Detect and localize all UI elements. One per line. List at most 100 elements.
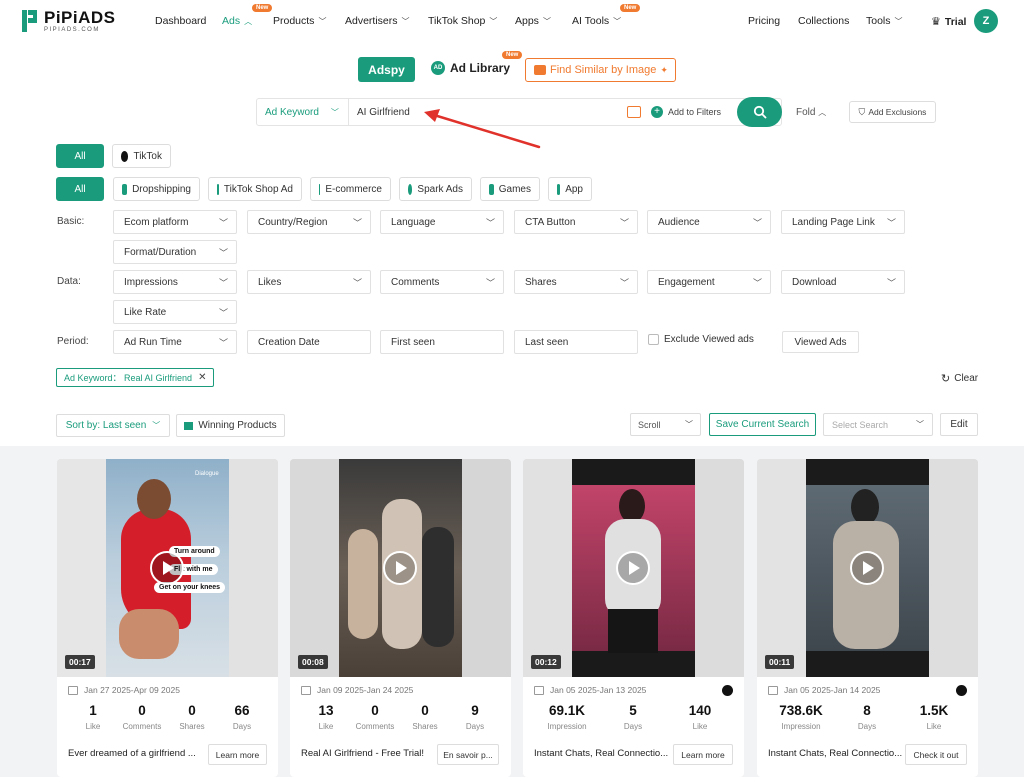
like-rate-dropdown[interactable]: Like Rate ﹀ bbox=[113, 300, 237, 324]
category-app[interactable]: App bbox=[548, 177, 592, 201]
play-icon[interactable] bbox=[850, 551, 884, 585]
ad-video-thumbnail[interactable]: Dialogue Turn around Fl t with me Get on… bbox=[57, 459, 278, 677]
sort-dropdown[interactable]: Sort by: Last seen ﹀ bbox=[56, 414, 170, 437]
cta-button-dropdown[interactable]: CTA Button ﹀ bbox=[514, 210, 638, 234]
winning-products-button[interactable]: Winning Products bbox=[176, 414, 285, 437]
cta-button[interactable]: Learn more bbox=[673, 744, 733, 765]
select-search-dropdown[interactable]: Select Search ﹀ bbox=[823, 413, 933, 436]
nav-dashboard[interactable]: Dashboard bbox=[155, 15, 206, 27]
ad-video-thumbnail[interactable]: 00:11 bbox=[757, 459, 978, 677]
chevron-down-icon: ﹀ bbox=[218, 217, 228, 228]
category-all[interactable]: All bbox=[56, 177, 104, 201]
ad-library-tab[interactable]: AD Ad Library New bbox=[431, 51, 523, 75]
nav-ads[interactable]: Ads ︿ New bbox=[222, 4, 273, 27]
nav-products[interactable]: Products ﹀ bbox=[273, 15, 326, 27]
chevron-down-icon: ﹀ bbox=[352, 277, 362, 288]
clear-button[interactable]: ↻ Clear bbox=[941, 372, 978, 385]
ad-video-thumbnail[interactable]: 00:12 bbox=[523, 459, 744, 677]
comments-dropdown[interactable]: Comments ﹀ bbox=[380, 270, 504, 294]
nav-apps[interactable]: Apps ﹀ bbox=[515, 15, 551, 27]
clear-label: Clear bbox=[954, 373, 979, 384]
save-current-search-button[interactable]: Save Current Search bbox=[709, 413, 816, 436]
play-icon[interactable] bbox=[616, 551, 650, 585]
cta-button[interactable]: Check it out bbox=[905, 744, 967, 765]
category-games[interactable]: Games bbox=[480, 177, 540, 201]
search-type-select[interactable]: Ad Keyword ﹀ bbox=[257, 99, 349, 125]
fold-toggle[interactable]: Fold ︿ bbox=[796, 107, 826, 118]
likes-dropdown[interactable]: Likes ﹀ bbox=[247, 270, 371, 294]
play-icon[interactable] bbox=[383, 551, 417, 585]
stat-impression: 738.6K Impression bbox=[779, 703, 823, 731]
platform-all[interactable]: All bbox=[56, 144, 104, 168]
category-tiktok-shop-ad[interactable]: TikTok Shop Ad bbox=[208, 177, 302, 201]
close-icon[interactable]: ✕ bbox=[198, 372, 206, 383]
ad-library-label: Ad Library bbox=[450, 61, 511, 75]
ad-run-time-dropdown[interactable]: Ad Run Time ﹀ bbox=[113, 330, 237, 354]
category-label: E-commerce bbox=[325, 183, 382, 195]
creation-date-picker[interactable]: Creation Date bbox=[247, 330, 371, 354]
cta-button[interactable]: En savoir p... bbox=[437, 744, 499, 765]
sort-label: Sort by: Last seen bbox=[65, 420, 147, 431]
audience-dropdown[interactable]: Audience ﹀ bbox=[647, 210, 771, 234]
ad-description: Instant Chats, Real Connectio... bbox=[768, 748, 903, 759]
category-dropshipping[interactable]: Dropshipping bbox=[113, 177, 200, 201]
impressions-dropdown[interactable]: Impressions ﹀ bbox=[113, 270, 237, 294]
find-similar-by-image-button[interactable]: Find Similar by Image ✦ bbox=[525, 58, 676, 82]
ad-video-thumbnail[interactable]: 00:08 bbox=[290, 459, 511, 677]
platform-tiktok[interactable]: TikTok bbox=[112, 144, 171, 168]
country-region-dropdown[interactable]: Country/Region ﹀ bbox=[247, 210, 371, 234]
ad-card[interactable]: 00:11 Jan 05 2025-Jan 14 2025 738.6K Impr… bbox=[757, 459, 978, 777]
play-icon[interactable] bbox=[150, 551, 184, 585]
dropdown-label: Impressions bbox=[124, 276, 178, 288]
viewed-ads-button[interactable]: Viewed Ads bbox=[782, 331, 859, 353]
stat-days: 8 Days bbox=[857, 703, 877, 731]
avatar[interactable]: Z bbox=[974, 9, 998, 33]
ad-card[interactable]: 00:12 Jan 05 2025-Jan 13 2025 69.1K Impre… bbox=[523, 459, 744, 777]
stat-days: 66 Days bbox=[232, 703, 252, 731]
cart-icon bbox=[319, 183, 321, 195]
shares-dropdown[interactable]: Shares ﹀ bbox=[514, 270, 638, 294]
image-search-icon[interactable] bbox=[627, 106, 641, 118]
view-mode-label: Scroll bbox=[638, 419, 661, 430]
view-mode-select[interactable]: Scroll ﹀ bbox=[630, 413, 701, 436]
ecom-platform-dropdown[interactable]: Ecom platform ﹀ bbox=[113, 210, 237, 234]
add-exclusions-button[interactable]: ⛉ Add Exclusions bbox=[849, 101, 936, 123]
add-to-filters-button[interactable]: + Add to Filters bbox=[651, 106, 721, 118]
category-e-commerce[interactable]: E-commerce bbox=[310, 177, 391, 201]
nav-trial[interactable]: ♛ Trial bbox=[931, 15, 966, 29]
nav-advertisers[interactable]: Advertisers ﹀ bbox=[345, 15, 410, 27]
cta-button[interactable]: Learn more bbox=[208, 744, 267, 765]
new-badge: New bbox=[502, 51, 523, 59]
exclude-viewed-checkbox[interactable]: Exclude Viewed ads bbox=[648, 334, 754, 345]
video-duration: 00:12 bbox=[531, 655, 561, 669]
adspy-tab[interactable]: Adspy bbox=[358, 57, 415, 82]
engagement-dropdown[interactable]: Engagement ﹀ bbox=[647, 270, 771, 294]
nav-pricing[interactable]: Pricing bbox=[748, 15, 780, 27]
search-icon bbox=[753, 105, 766, 119]
first-seen-picker[interactable]: First seen bbox=[380, 330, 504, 354]
chevron-down-icon: ﹀ bbox=[218, 277, 228, 288]
dropdown-label: Likes bbox=[258, 276, 282, 288]
nav-tiktok-shop[interactable]: TikTok Shop ﹀ bbox=[428, 15, 497, 27]
search-button[interactable] bbox=[737, 97, 782, 127]
chevron-down-icon: ﹀ bbox=[485, 277, 495, 288]
tiktok-icon bbox=[956, 685, 967, 696]
ad-card[interactable]: 00:08 Jan 09 2025-Jan 24 2025 13 Like 0 Co… bbox=[290, 459, 511, 777]
find-similar-label: Find Similar by Image bbox=[550, 64, 657, 76]
logo[interactable]: PiPiADS PIPIADS.COM bbox=[22, 9, 116, 33]
edit-button[interactable]: Edit bbox=[940, 413, 978, 436]
format-duration-dropdown[interactable]: Format/Duration ﹀ bbox=[113, 240, 237, 264]
nav-tools[interactable]: Tools ﹀ bbox=[866, 15, 903, 27]
landing-page-link-dropdown[interactable]: Landing Page Link ﹀ bbox=[781, 210, 905, 234]
stat-days: 9 Days bbox=[465, 703, 485, 731]
ad-card[interactable]: Dialogue Turn around Fl t with me Get on… bbox=[57, 459, 278, 777]
language-dropdown[interactable]: Language ﹀ bbox=[380, 210, 504, 234]
last-seen-picker[interactable]: Last seen bbox=[514, 330, 638, 354]
download-dropdown[interactable]: Download ﹀ bbox=[781, 270, 905, 294]
checkbox-icon bbox=[648, 334, 659, 345]
chevron-down-icon: ﹀ bbox=[152, 421, 161, 430]
nav-collections[interactable]: Collections bbox=[798, 15, 849, 27]
chevron-down-icon: ﹀ bbox=[318, 16, 327, 26]
nav-ai-tools[interactable]: AI Tools ﹀ New bbox=[572, 4, 641, 27]
category-spark-ads[interactable]: Spark Ads bbox=[399, 177, 472, 201]
